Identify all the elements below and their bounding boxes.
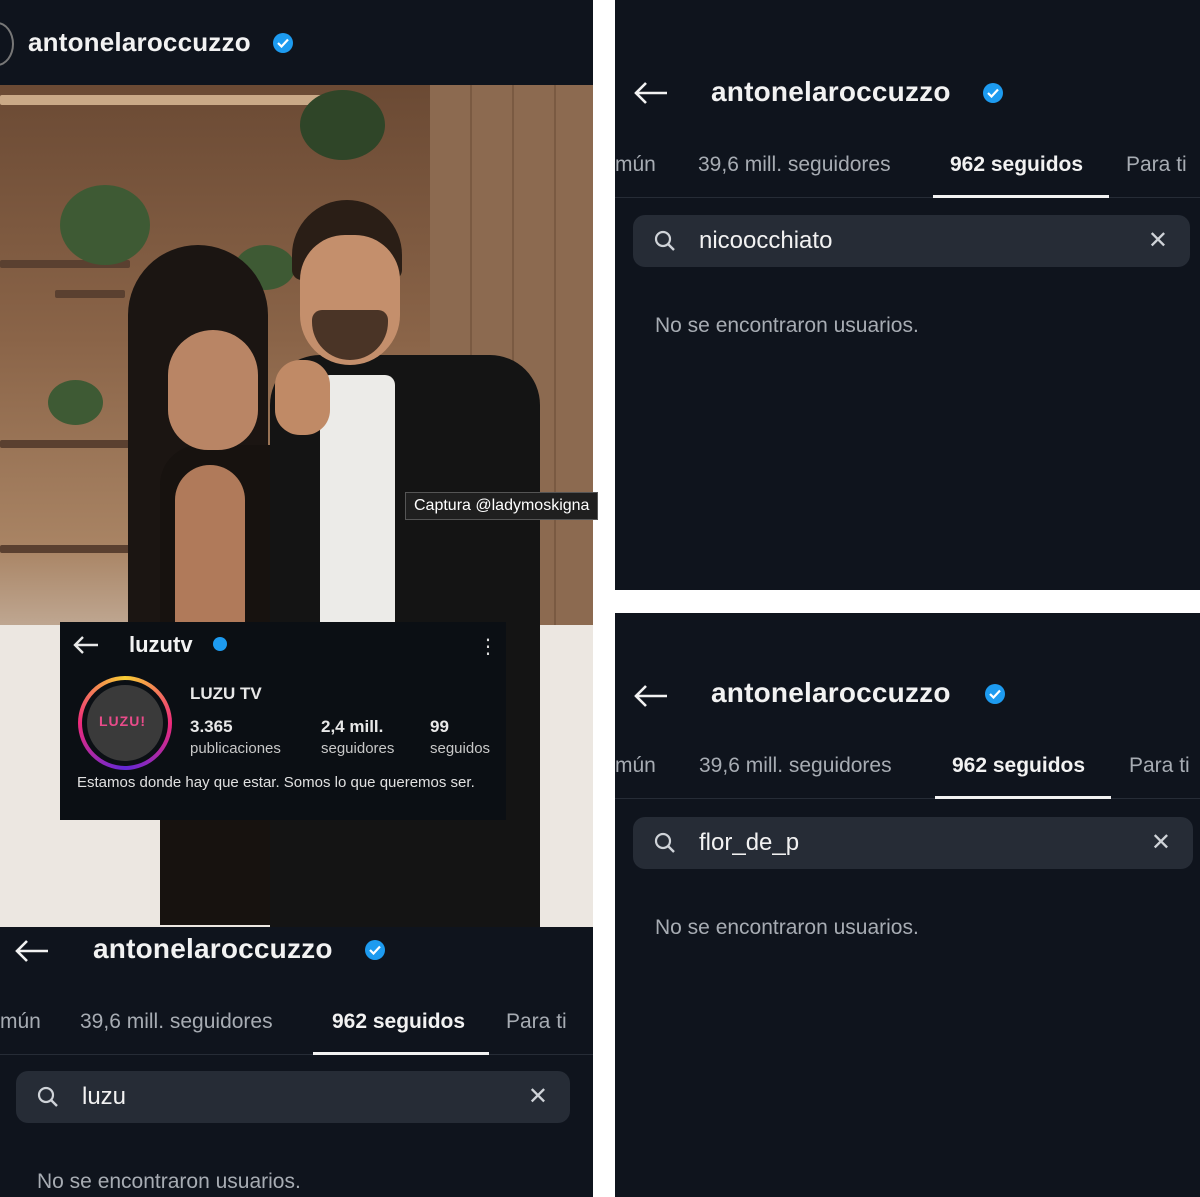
profile-title: antonelaroccuzzo <box>711 677 951 708</box>
back-arrow-icon[interactable] <box>633 683 669 709</box>
search-input[interactable]: nicoocchiato ✕ <box>633 215 1190 267</box>
shelf <box>55 290 125 298</box>
tabs: mún 39,6 mill. seguidores 962 seguidos P… <box>615 738 1200 799</box>
tab-for-you[interactable]: Para ti <box>506 1010 567 1034</box>
tab-following[interactable]: 962 seguidos <box>332 1010 465 1034</box>
plant <box>60 185 150 265</box>
luzu-logo: LUZU! <box>99 713 146 729</box>
search-input[interactable]: flor_de_p ✕ <box>633 817 1193 869</box>
empty-results-message: No se encontraron usuarios. <box>37 1170 301 1193</box>
verified-badge-icon <box>985 684 1005 704</box>
tab-followers[interactable]: 39,6 mill. seguidores <box>699 754 892 778</box>
empty-results-message: No se encontraron usuarios. <box>655 314 919 337</box>
search-query[interactable]: nicoocchiato <box>699 227 832 255</box>
more-options-icon[interactable]: ⋮ <box>478 634 498 659</box>
verified-badge-icon <box>365 940 385 960</box>
tab-mutual[interactable]: mún <box>615 153 656 177</box>
post-header-username[interactable]: antonelaroccuzzo <box>28 27 251 58</box>
tabs: mún 39,6 mill. seguidores 962 seguidos P… <box>0 994 593 1055</box>
active-tab-indicator <box>935 796 1111 799</box>
clear-search-icon[interactable]: ✕ <box>1148 229 1168 253</box>
active-tab-indicator <box>313 1052 489 1055</box>
left-panel: antonelaroccuzzo luzutv ⋮ LUZU! LUZU TV … <box>0 0 593 1197</box>
tab-following[interactable]: 962 seguidos <box>952 754 1085 778</box>
tab-for-you[interactable]: Para ti <box>1126 153 1187 177</box>
man-tshirt <box>320 375 395 635</box>
tab-for-you[interactable]: Para ti <box>1129 754 1190 778</box>
verified-badge-icon <box>273 33 293 53</box>
tab-followers[interactable]: 39,6 mill. seguidores <box>80 1010 273 1034</box>
clear-search-icon[interactable]: ✕ <box>1151 831 1171 855</box>
luzutv-username: luzutv <box>129 632 193 657</box>
search-query[interactable]: flor_de_p <box>699 829 799 857</box>
top-right-panel: antonelaroccuzzo mún 39,6 mill. seguidor… <box>615 0 1200 590</box>
search-icon <box>37 1086 58 1107</box>
back-arrow-icon[interactable] <box>14 938 50 964</box>
hand <box>275 360 330 435</box>
search-input[interactable]: luzu ✕ <box>16 1071 570 1123</box>
tab-mutual[interactable]: mún <box>0 1010 41 1034</box>
tabs: mún 39,6 mill. seguidores 962 seguidos P… <box>615 137 1200 198</box>
verified-badge-icon <box>213 637 227 651</box>
tab-following[interactable]: 962 seguidos <box>950 153 1083 177</box>
tab-followers[interactable]: 39,6 mill. seguidores <box>698 153 891 177</box>
avatar[interactable] <box>0 22 14 66</box>
clear-search-icon[interactable]: ✕ <box>528 1085 548 1109</box>
stat-followers[interactable]: 2,4 mill. seguidores <box>321 717 394 757</box>
stat-posts[interactable]: 3.365 publicaciones <box>190 717 281 757</box>
luzutv-profile-inset: luzutv ⋮ LUZU! LUZU TV 3.365 publicacione… <box>60 622 506 820</box>
shelf <box>0 440 130 448</box>
luzutv-bio: Estamos donde hay que estar. Somos lo qu… <box>77 774 475 791</box>
back-arrow-icon[interactable] <box>633 80 669 106</box>
luzutv-display-name: LUZU TV <box>190 684 262 703</box>
verified-badge-icon <box>983 83 1003 103</box>
search-icon <box>654 230 675 251</box>
bottom-right-panel: antonelaroccuzzo mún 39,6 mill. seguidor… <box>615 613 1200 1197</box>
shelf <box>0 95 340 105</box>
tab-mutual[interactable]: mún <box>615 754 656 778</box>
empty-results-message: No se encontraron usuarios. <box>655 916 919 939</box>
back-arrow-icon[interactable] <box>72 634 100 656</box>
photo-caption: Captura @ladymoskigna <box>405 492 599 520</box>
search-icon <box>654 832 675 853</box>
shelf <box>0 545 130 553</box>
active-tab-indicator <box>933 195 1109 198</box>
luzutv-avatar[interactable]: LUZU! <box>78 676 172 770</box>
stat-following[interactable]: 99 seguidos <box>430 717 490 757</box>
plant <box>48 380 103 425</box>
plant <box>300 90 385 160</box>
search-query[interactable]: luzu <box>82 1083 126 1111</box>
profile-title: antonelaroccuzzo <box>711 76 951 107</box>
profile-title: antonelaroccuzzo <box>93 933 333 964</box>
woman-face <box>168 330 258 450</box>
